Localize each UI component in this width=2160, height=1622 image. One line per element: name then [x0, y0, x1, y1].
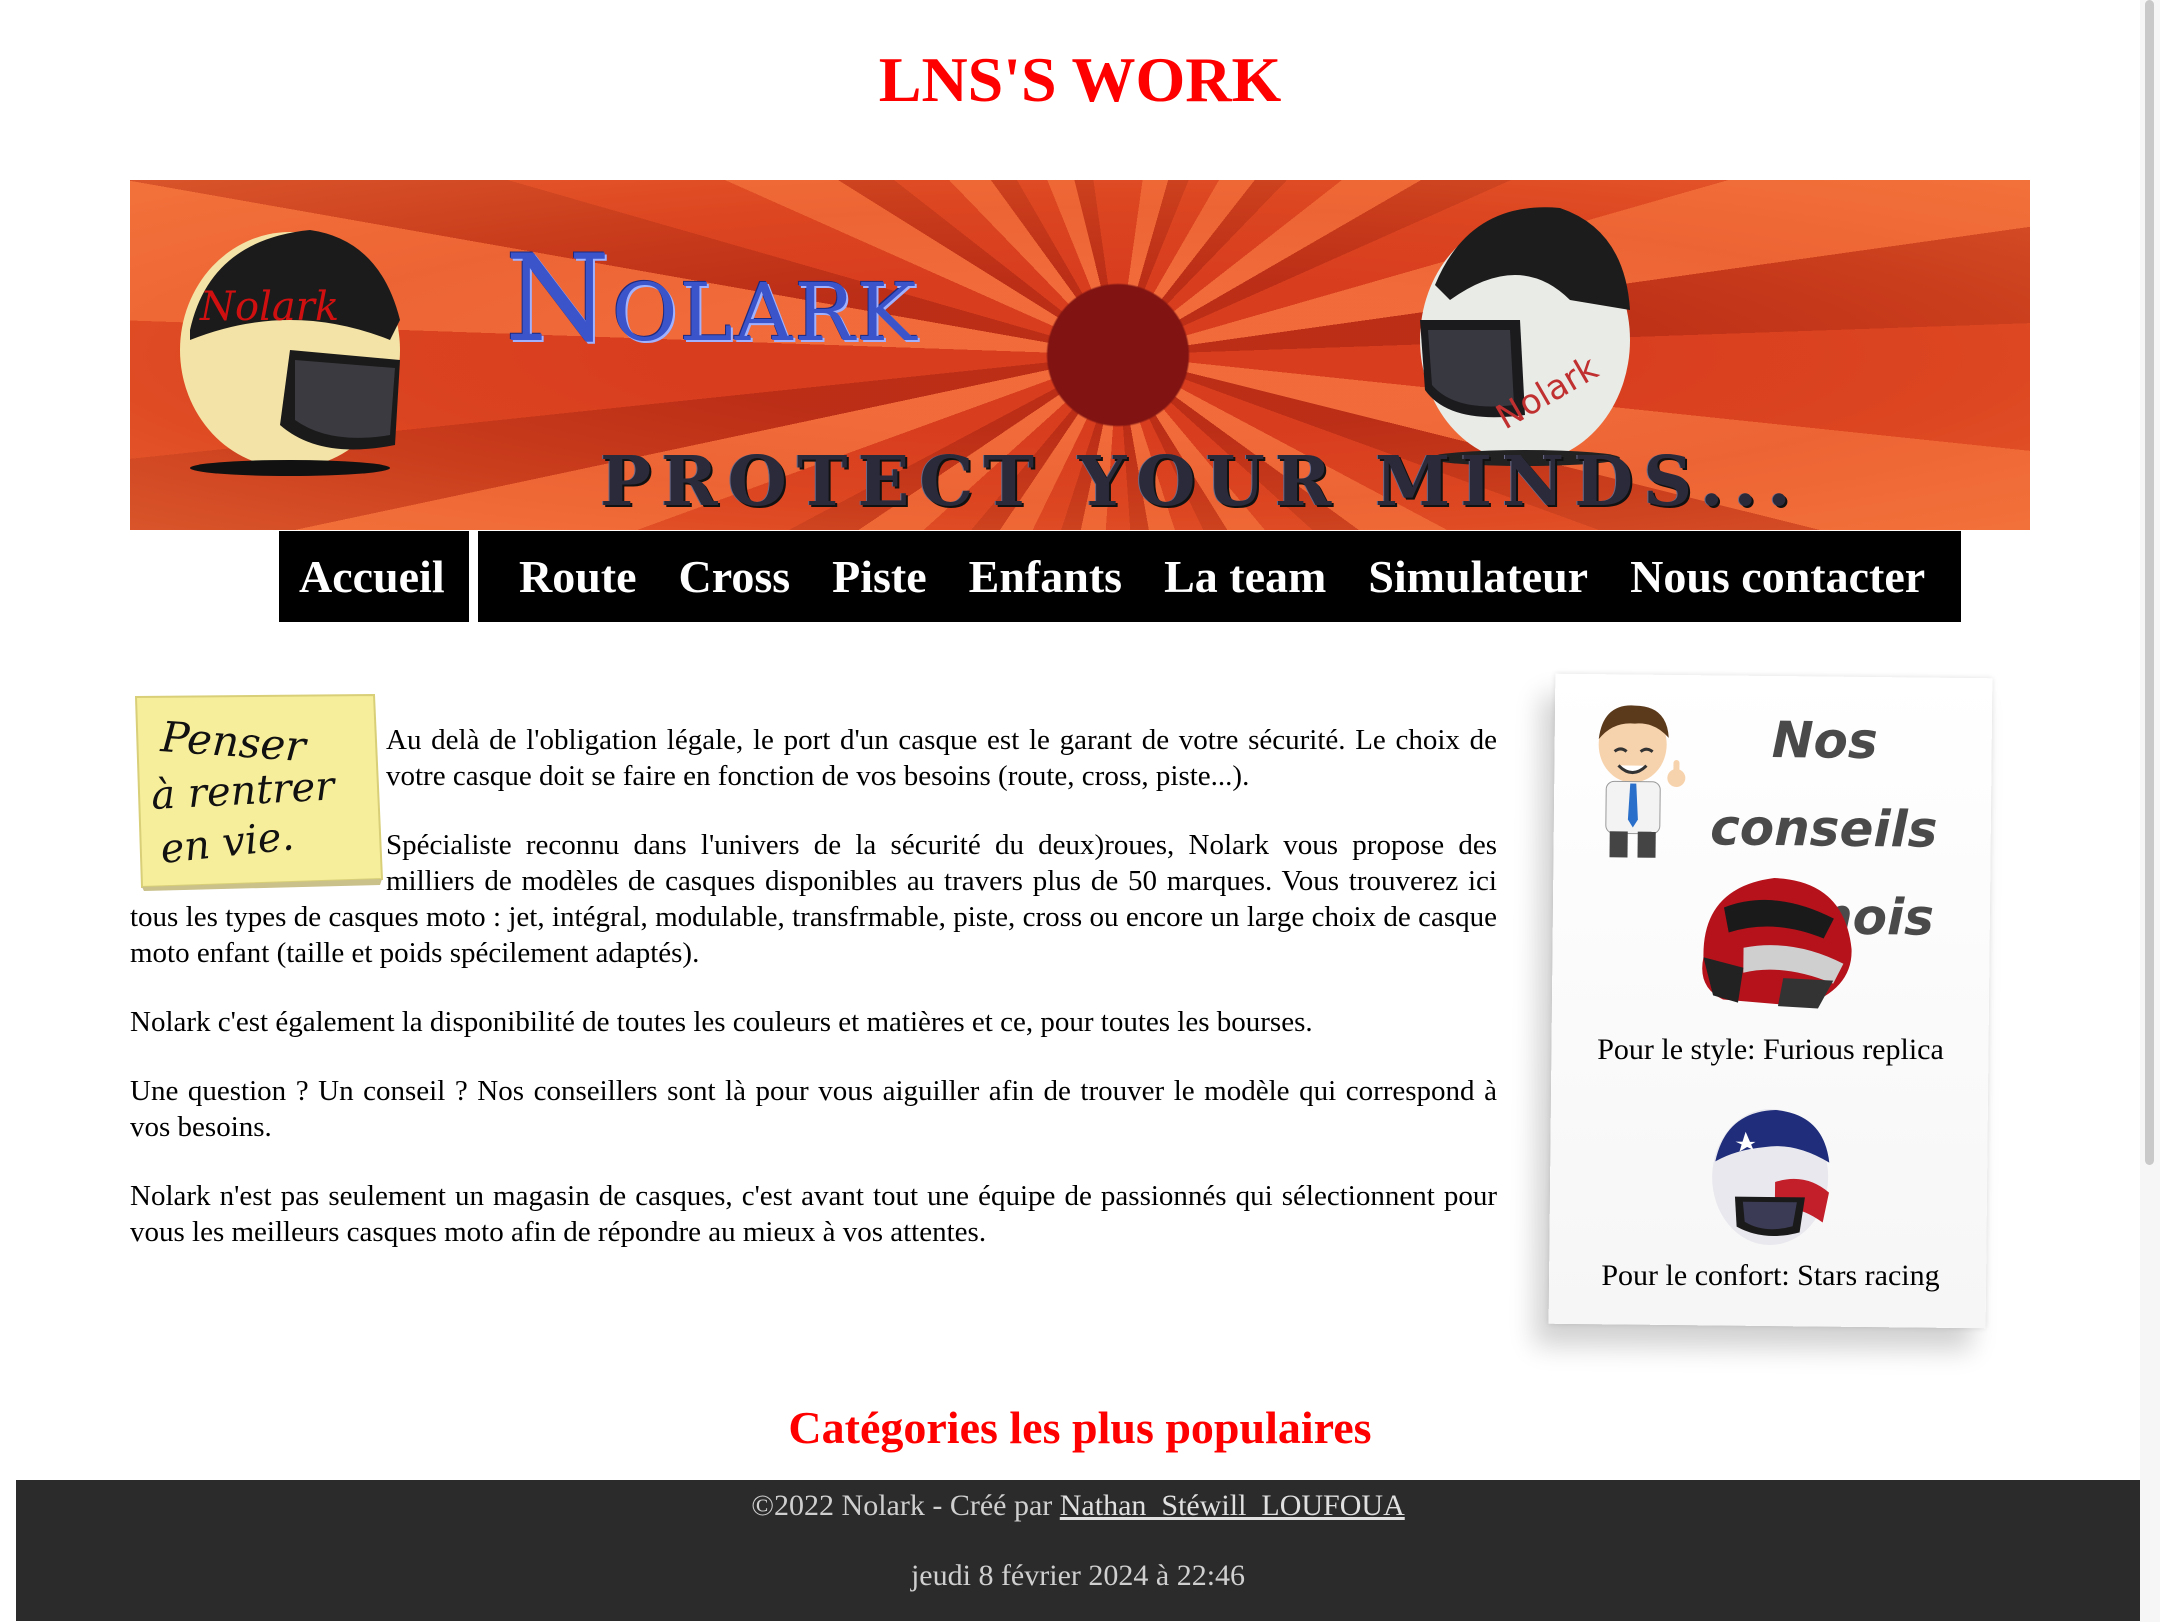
helmet-left-image: Nolark: [180, 230, 400, 476]
brand-logo: NOLARK: [505, 220, 918, 393]
main-nav: Route Cross Piste Enfants La team Simula…: [478, 531, 1961, 622]
nav-home-bar: Accueil: [279, 531, 469, 622]
nav-contact-link[interactable]: Nous contacter: [1609, 531, 1946, 622]
footer-author-link[interactable]: Nathan_Stéwill_LOUFOUA: [1060, 1489, 1405, 1522]
footer: ©2022 Nolark - Créé par Nathan_Stéwill_L…: [16, 1480, 2140, 1621]
nav-home-link[interactable]: Accueil: [279, 531, 445, 622]
footer-date: jeudi 8 février 2024 à 22:46: [910, 1559, 1246, 1592]
brand-logo-initial: N: [505, 230, 612, 369]
helmet-right-image: Nolark: [1420, 207, 1630, 466]
nav-cross-link[interactable]: Cross: [658, 531, 812, 622]
content-paragraph: Nolark c'est également la disponibilité …: [130, 1006, 1313, 1038]
nav-piste-link[interactable]: Piste: [811, 531, 948, 622]
racing-helmet-image[interactable]: [1704, 1101, 1836, 1252]
brand-logo-rest: OLARK: [612, 266, 919, 359]
nav-team-link[interactable]: La team: [1143, 531, 1347, 622]
site-title: LNS'S WORK: [878, 44, 1282, 115]
scrollbar-thumb[interactable]: [2145, 0, 2154, 1165]
content-paragraph: Une question ? Un conseil ? Nos conseill…: [130, 1075, 1497, 1143]
page: LNS'S WORK Nolark NOLARK Nolark PROTECT …: [0, 0, 2140, 1622]
banner-slogan: PROTECT YOUR MINDS...: [600, 442, 1801, 522]
page-scrollbar[interactable]: [2140, 0, 2160, 1622]
nav-route-link[interactable]: Route: [498, 531, 658, 622]
main-content: Au delà de l'obligation légale, le port …: [130, 722, 1497, 1283]
header-banner: Nolark NOLARK Nolark PROTECT YOUR MINDS.…: [130, 180, 2030, 530]
nav-simulateur-link[interactable]: Simulateur: [1347, 531, 1609, 622]
tip-comfort-label: Pour le confort: Stars racing: [1601, 1259, 1940, 1292]
cross-helmet-image[interactable]: [1683, 867, 1861, 1019]
advice-sidebar: Nos conseils du mois: [1548, 673, 1993, 1329]
nav-enfants-link[interactable]: Enfants: [948, 531, 1143, 622]
tip-style-label: Pour le style: Furious replica: [1597, 1033, 1944, 1066]
content-paragraph: Nolark n'est pas seulement un magasin de…: [130, 1180, 1497, 1248]
sidebar-title-line1: Nos conseils: [1709, 711, 1938, 859]
footer-copyright: ©2022 Nolark - Créé par Nathan_Stéwill_L…: [16, 1486, 2140, 1526]
popular-categories-title: Catégories les plus populaires: [788, 1402, 1372, 1453]
helmet-left-brand: Nolark: [199, 284, 339, 330]
footer-copyright-text: ©2022 Nolark - Créé par: [751, 1489, 1053, 1522]
